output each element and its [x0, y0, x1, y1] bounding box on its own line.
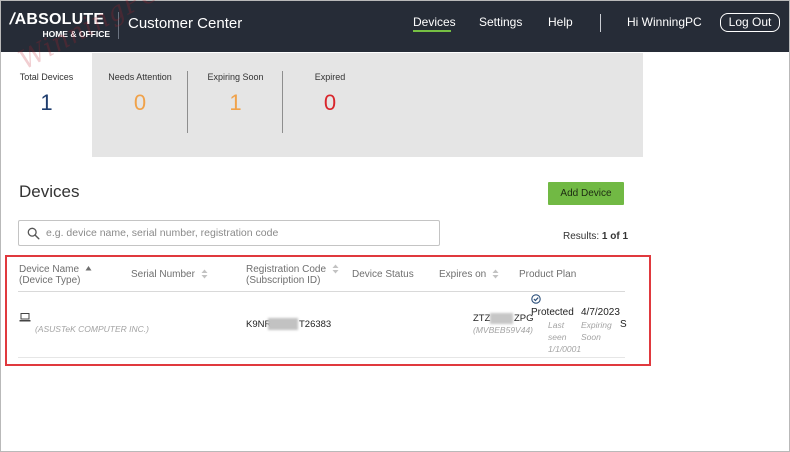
expires-on-date: 4/7/2023: [581, 307, 620, 318]
devices-heading: Devices: [19, 182, 80, 201]
search-icon: [27, 227, 40, 240]
column-header-expires-label: Expires on: [439, 269, 487, 280]
stat-needs-label: Needs Attention: [108, 72, 172, 82]
registration-code-redaction: [268, 318, 298, 330]
column-header-serial-label: Serial Number: [131, 269, 195, 280]
last-seen: Last seen 1/1/0001: [548, 320, 582, 354]
stat-total-devices[interactable]: Total Devices 1: [1, 53, 92, 157]
stat-total-label: Total Devices: [19, 72, 74, 82]
serial-start: ZTZ: [473, 313, 491, 324]
search-input[interactable]: [46, 225, 431, 241]
column-header-device-name[interactable]: Device Name (Device Type): [19, 264, 92, 286]
sort-icon: [201, 269, 208, 279]
column-header-device-name-label: Device Name: [19, 264, 80, 275]
stat-needs-attention[interactable]: Needs Attention 0: [94, 53, 186, 157]
header-divider: [118, 12, 119, 39]
stat-expired-label: Expired: [314, 72, 346, 82]
check-circle-icon: [531, 294, 541, 304]
serial-redaction: [490, 313, 513, 324]
nav-help[interactable]: Help: [548, 15, 573, 29]
column-header-reg-label: Registration Code: [246, 264, 327, 275]
stat-divider: [187, 71, 188, 133]
column-header-device-status[interactable]: Device Status: [352, 269, 414, 280]
device-status: Protected: [531, 307, 574, 318]
registration-code-end: T26383: [299, 319, 332, 330]
user-greeting[interactable]: Hi WinningPC: [627, 15, 702, 29]
results-prefix: Results:: [563, 231, 602, 242]
column-header-expires-on[interactable]: Expires on: [439, 269, 499, 280]
stat-expired-value: 0: [323, 90, 337, 115]
column-header-registration-code[interactable]: Registration Code (Subscription ID): [246, 264, 339, 286]
device-search[interactable]: [18, 220, 440, 246]
sort-icon: [492, 269, 499, 279]
nav-active-indicator: [413, 30, 451, 32]
nav-divider: [600, 14, 601, 32]
stat-expiring-value: 1: [229, 90, 242, 115]
stat-needs-value: 0: [133, 90, 147, 115]
column-header-device-type-label: (Device Type): [19, 275, 81, 286]
logout-button[interactable]: Log Out: [720, 13, 780, 32]
app-title: Customer Center: [128, 15, 243, 32]
add-device-button[interactable]: Add Device: [548, 182, 624, 205]
nav-devices[interactable]: Devices: [413, 15, 456, 29]
device-manufacturer: (ASUSTeK COMPUTER INC.): [35, 324, 149, 334]
results-value: 1 of 1: [601, 231, 629, 242]
logo-subtitle: HOME & OFFICE: [42, 29, 110, 39]
laptop-icon[interactable]: [19, 313, 31, 322]
stat-expired[interactable]: Expired 0: [284, 53, 376, 157]
stat-expiring-label: Expiring Soon: [207, 72, 264, 82]
table-header-divider: [18, 291, 625, 292]
column-header-serial-number[interactable]: Serial Number: [131, 269, 208, 280]
table-row-divider: [18, 357, 625, 358]
expiry-note: Expiring Soon: [581, 320, 612, 342]
stat-divider: [282, 71, 283, 133]
stat-total-value: 1: [40, 90, 53, 115]
results-count: Results: 1 of 1: [563, 231, 628, 242]
stat-expiring-soon[interactable]: Expiring Soon 1: [189, 53, 282, 157]
sort-ascending-icon: [85, 266, 92, 271]
column-header-subscription-label: (Subscription ID): [246, 275, 321, 286]
nav-settings[interactable]: Settings: [479, 15, 522, 29]
absolute-logo[interactable]: /ABSOLUTE HOME & OFFICE: [7, 11, 112, 40]
sort-icon: [332, 264, 339, 274]
subscription-id: (MVBEB59V44): [473, 325, 533, 335]
column-header-product-plan[interactable]: Product Plan: [519, 269, 576, 280]
product-plan-value: S: [620, 319, 627, 330]
logo-wordmark: /ABSOLUTE: [7, 11, 105, 28]
